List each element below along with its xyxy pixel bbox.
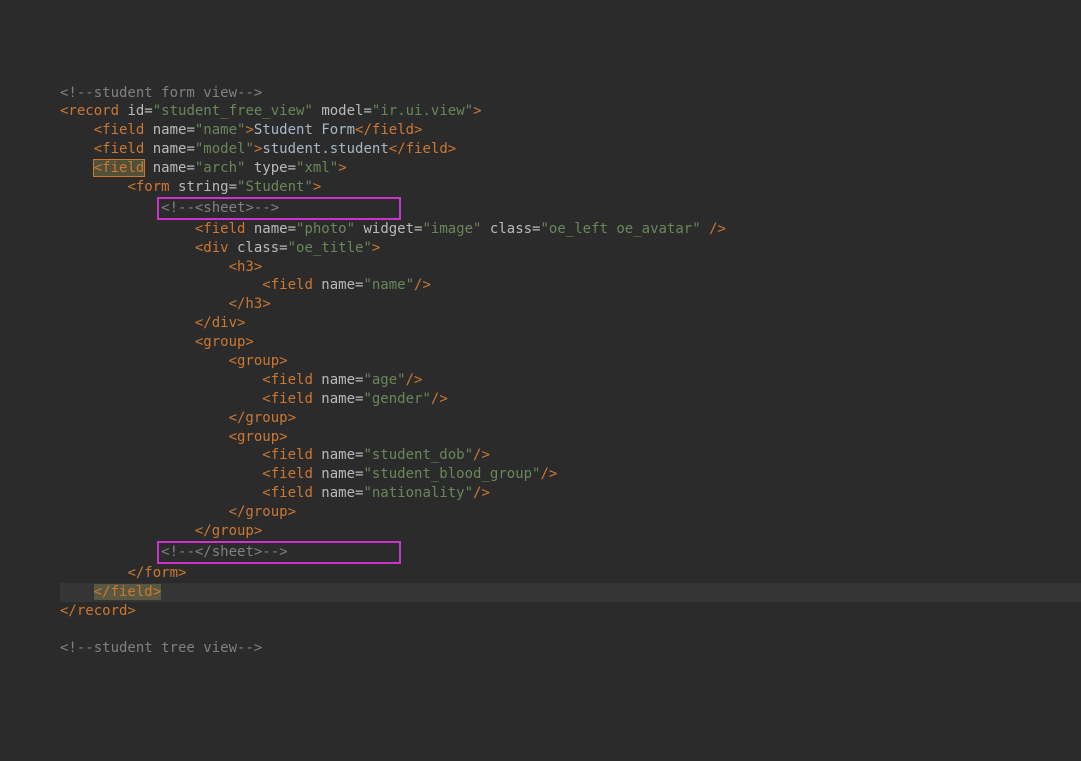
field-blood-close: /> [540,466,557,482]
field-gender-open: <field [262,391,313,407]
form-open-end: > [313,179,321,195]
div-title-classval: "oe_title" [288,240,372,256]
highlight-sheet-close: <!--</sheet>--> [157,541,401,564]
field-innername-attr: name= [313,277,364,293]
field-nat-attr: name= [313,485,364,501]
div-title-close: </div> [195,315,246,331]
field-arch-typeval: "xml" [296,160,338,176]
comment-form-view: <!--student form view--> [60,85,262,101]
form-string-attr: string= [170,179,237,195]
field-dob-attr: name= [313,447,364,463]
field-arch-nameval: "arch" [195,160,246,176]
current-line-highlight: </field> [60,583,1081,602]
field-name-val: "name" [195,122,246,138]
div-title-opengt: > [372,240,380,256]
form-close: </form> [127,565,186,581]
record-open-end: > [473,103,481,119]
field-model-open: <field [94,141,145,157]
div-title-classattr: class= [229,240,288,256]
field-age-val: "age" [363,372,405,388]
field-nat-open: <field [262,485,313,501]
field-model-val: "model" [195,141,254,157]
group-inner1-close: </group> [229,410,296,426]
form-string-val: "Student" [237,179,313,195]
field-gender-attr: name= [313,391,364,407]
comment-tree-view: <!--student tree view--> [60,640,262,656]
field-photo-selfclose: /> [701,221,726,237]
record-close: </record> [60,603,136,619]
field-photo-widgetval: "image" [422,221,481,237]
field-name-opengt: > [245,122,253,138]
field-name-close: </field> [355,122,422,138]
group-outer-open: <group> [195,334,254,350]
field-age-open: <field [262,372,313,388]
field-dob-close: /> [473,447,490,463]
field-dob-open: <field [262,447,313,463]
highlight-sheet-open: <!--<sheet>--> [157,197,401,220]
field-blood-open: <field [262,466,313,482]
record-model-val: "ir.ui.view" [372,103,473,119]
form-open: <form [127,179,169,195]
record-id-val: "student_free_view" [153,103,313,119]
h3-open: <h3> [229,259,263,275]
field-age-close: /> [406,372,423,388]
field-photo-nameattr: name= [245,221,296,237]
field-name-text: Student Form [254,122,355,138]
field-blood-attr: name= [313,466,364,482]
field-name-attr: name= [144,122,195,138]
field-arch-open: <field [94,160,145,176]
h3-close: </h3> [229,296,271,312]
field-photo-widgetattr: widget= [355,221,422,237]
field-name-open: <field [94,122,145,138]
field-innername-val: "name" [363,277,414,293]
group-inner2-close: </group> [229,504,296,520]
field-age-attr: name= [313,372,364,388]
field-photo-nameval: "photo" [296,221,355,237]
code-block[interactable]: <!--student form view--> <record id="stu… [60,84,1081,659]
record-open: <record [60,103,119,119]
div-title-open: <div [195,240,229,256]
field-photo-classval: "oe_left oe_avatar" [541,221,701,237]
field-model-attr: name= [144,141,195,157]
field-innername-open: <field [262,277,313,293]
field-arch-opengt: > [338,160,346,176]
comment-sheet-open: <!--<sheet>--> [161,200,279,216]
record-id-attr: id= [119,103,153,119]
field-photo-open: <field [195,221,246,237]
field-arch-close: </field> [94,584,161,600]
field-nat-val: "nationality" [363,485,473,501]
field-gender-val: "gender" [363,391,430,407]
field-photo-classattr: class= [481,221,540,237]
comment-sheet-close: <!--</sheet>--> [161,544,287,560]
field-innername-close: /> [414,277,431,293]
group-outer-close: </group> [195,523,262,539]
field-arch-typeattr: type= [245,160,296,176]
record-model-attr: model= [313,103,372,119]
field-blood-val: "student_blood_group" [363,466,540,482]
field-gender-close: /> [431,391,448,407]
field-model-close: </field> [389,141,456,157]
field-model-text: student.student [262,141,388,157]
group-inner2-open: <group> [229,429,288,445]
field-nat-close: /> [473,485,490,501]
field-arch-nameattr: name= [144,160,195,176]
group-inner1-open: <group> [229,353,288,369]
field-dob-val: "student_dob" [363,447,473,463]
